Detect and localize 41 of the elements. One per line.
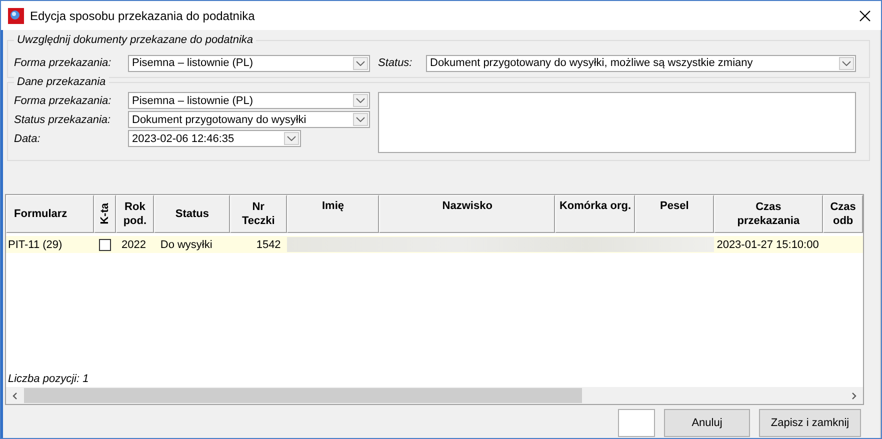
table-cell-text: 1542 [255,238,282,252]
cancel-button[interactable]: Anuluj [664,409,750,437]
dropdown-field[interactable]: Dokument przygotowany do wysyłki, możliwe są wszystkie zmiany [426,54,856,72]
column-header[interactable]: Czas przekazania [714,195,824,233]
field-label: Forma przekazania: [14,94,112,106]
column-header[interactable]: Pesel [635,195,714,233]
column-header[interactable]: Nr Teczki [230,195,287,233]
input-field[interactable] [618,409,655,437]
window-title: Edycja sposobu przekazania do podatnika [30,8,256,22]
field-label: Status: [378,57,414,69]
column-header[interactable]: Czas odb [823,195,863,233]
column-header[interactable]: Rok pod. [116,195,154,233]
checkbox[interactable] [98,238,111,250]
column-header[interactable]: Nazwisko [379,195,556,233]
column-header[interactable]: Imię [286,195,380,233]
app-icon [8,8,24,24]
column-header[interactable]: Status [154,195,230,233]
scroll-right-icon[interactable] [850,392,858,400]
dropdown-field[interactable]: Dokument przygotowany do wysyłki [128,111,370,128]
item-count: Liczba pozycji: 1 [7,373,90,387]
dropdown-field[interactable]: Pisemna – listownie (PL) [128,92,370,109]
horizontal-scrollbar[interactable] [6,387,863,404]
field-label: Data: [14,132,42,144]
dropdown-field[interactable]: Pisemna – listownie (PL) [128,54,370,72]
table-cell-text: PIT-11 (29) [7,238,64,252]
column-header[interactable]: Komórka org. [555,195,636,233]
group-legend: Uwzględnij dokumenty przekazane do podatnika [14,34,256,46]
field-label: Forma przekazania: [14,57,112,69]
scroll-left-icon[interactable] [11,392,19,400]
table-cell-text: 2023-01-27 15:10:00 [716,238,820,252]
column-header[interactable]: Formularz [6,195,94,233]
table-row[interactable]: PIT-11 (29) 2022 Do wysyłki 1542 2023-01-27 15:10:00 [6,236,863,253]
close-icon[interactable] [859,10,871,22]
save-button[interactable]: Zapisz i zamknij [759,409,861,437]
group-legend: Dane przekazania [14,76,109,88]
date-field[interactable]: 2023-02-06 12:46:35 [128,130,301,147]
notes-field[interactable] [378,92,856,153]
table-cell-text: 2022 [120,238,147,252]
field-label: Status przekazania: [14,114,112,126]
table-cell-text: Do wysyłki [159,238,214,252]
column-header[interactable]: K-ta [94,195,116,233]
